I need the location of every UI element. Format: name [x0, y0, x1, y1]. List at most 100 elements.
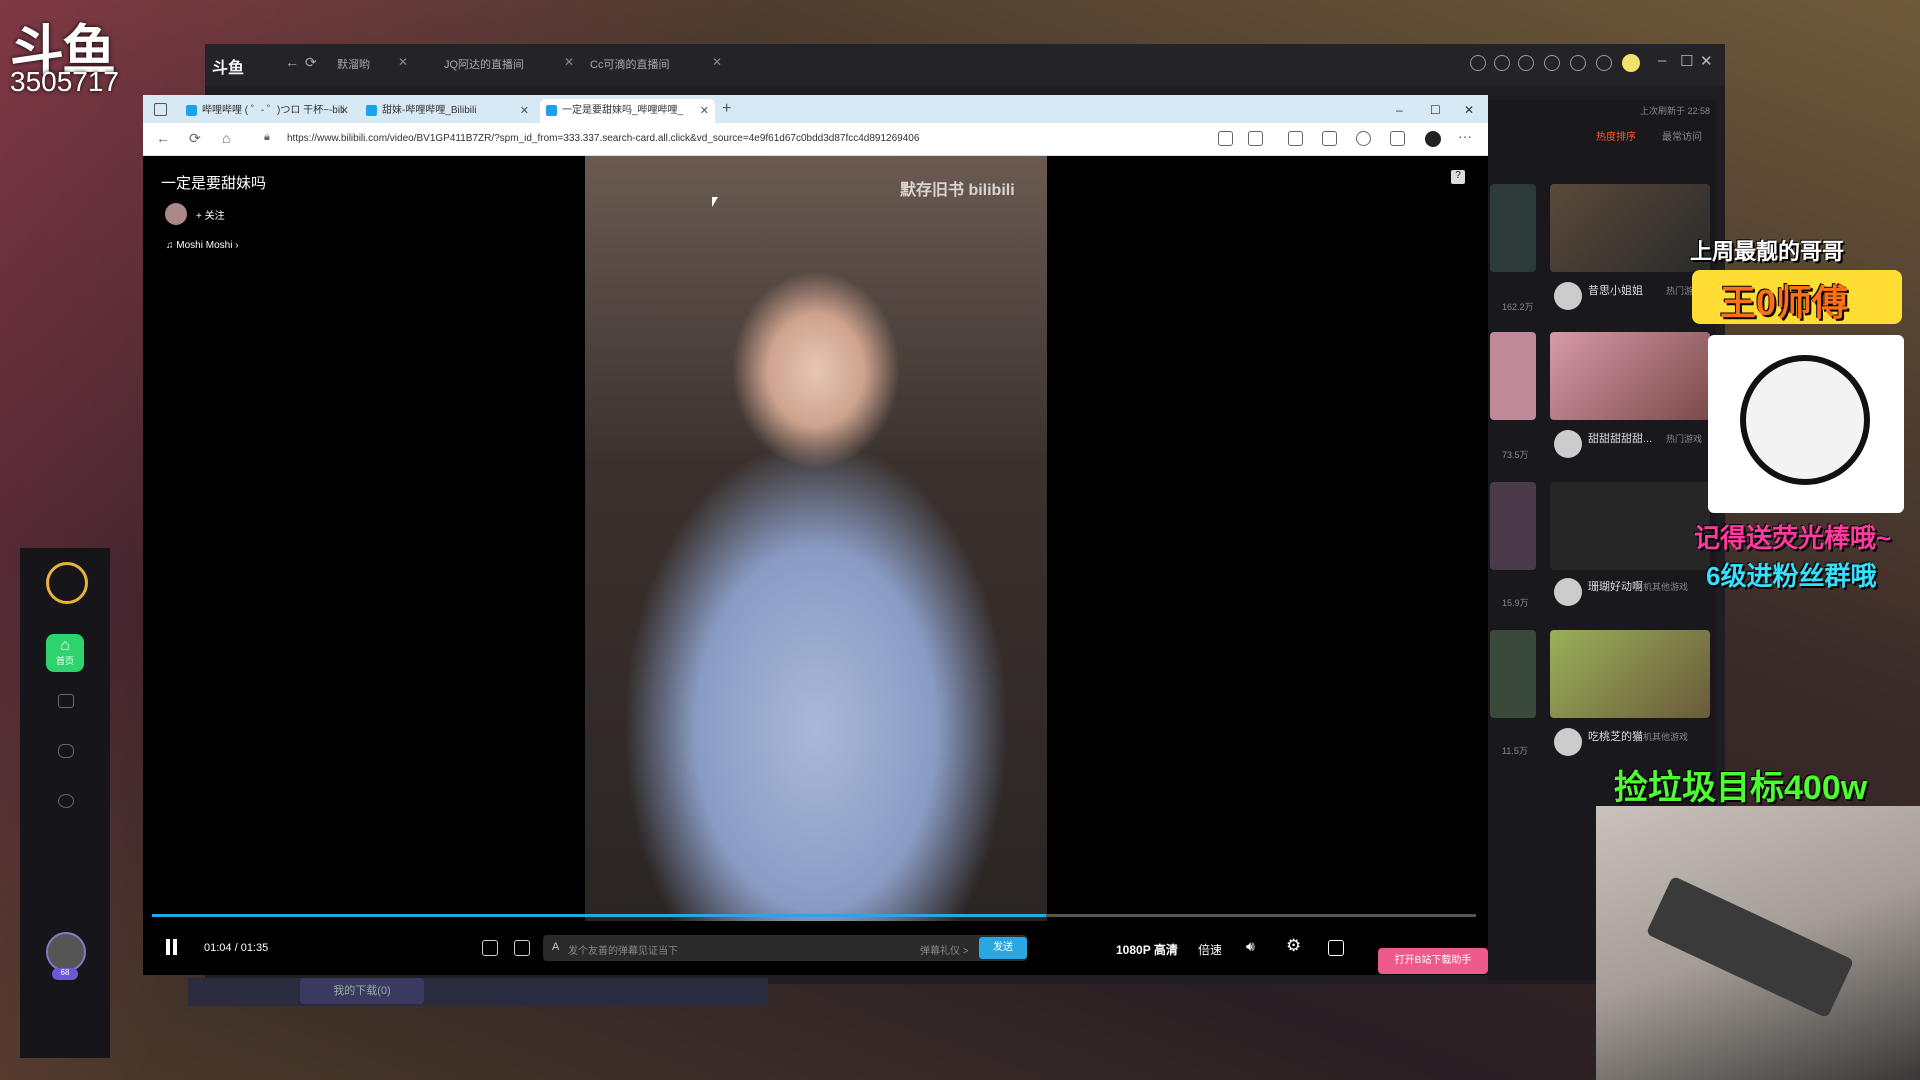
volume-icon[interactable]: 🔊︎	[1246, 938, 1255, 955]
browser-tab-2[interactable]: 甜妹-哔哩哔哩_Bilibili ✕	[360, 99, 535, 123]
settings-gear-icon[interactable]: ⚙	[1286, 936, 1301, 956]
streamer-avatar[interactable]	[1554, 578, 1582, 606]
star-icon[interactable]	[1248, 131, 1263, 146]
home-icon[interactable]: ⌂	[222, 130, 230, 146]
hot-sort-tab[interactable]: 热度排序	[1596, 128, 1636, 143]
message-icon[interactable]	[1570, 55, 1586, 71]
streamer-avatar[interactable]	[1554, 728, 1582, 756]
recent-visit-tab[interactable]: 最常访问	[1662, 128, 1702, 143]
heart-icon[interactable]	[1494, 55, 1510, 71]
user-level-badge: 68	[52, 968, 78, 980]
shirt-icon[interactable]	[1544, 55, 1560, 71]
close-window-icon[interactable]: ✕	[1700, 52, 1713, 70]
speed-button[interactable]: 倍速	[1198, 941, 1222, 958]
streamer-avatar[interactable]	[1554, 282, 1582, 310]
danmu-placeholder: 发个友善的弹幕见证当下	[568, 946, 678, 957]
lock-icon[interactable]: 🔒︎	[264, 131, 270, 144]
room-heat: 73.5万	[1502, 450, 1529, 460]
room-thumbnail[interactable]	[1550, 332, 1710, 420]
room-thumbnail[interactable]	[1550, 630, 1710, 718]
overlay-text-3: 记得送荧光棒哦~	[1694, 523, 1892, 553]
extensions-icon[interactable]	[1288, 131, 1303, 146]
close-tab-icon[interactable]: ✕	[520, 99, 529, 123]
back-icon[interactable]: ←	[156, 130, 170, 146]
douyu-tab-2[interactable]: JQ阿达的直播间	[444, 56, 524, 72]
music-note-icon: ♫	[166, 240, 177, 251]
refresh-icon[interactable]: ⟳	[189, 130, 201, 147]
gamepad-icon[interactable]	[58, 744, 74, 758]
favorites-icon[interactable]	[1322, 131, 1337, 146]
danmu-toggle-icon[interactable]	[482, 940, 498, 956]
calendar-icon[interactable]	[1518, 55, 1534, 71]
uploader-avatar[interactable]	[165, 203, 187, 225]
collections-icon[interactable]	[1390, 131, 1405, 146]
progress-fill	[152, 914, 1046, 917]
overlay-text-5: 捡垃圾目标400w	[1614, 769, 1868, 807]
danmu-settings-icon[interactable]	[514, 940, 530, 956]
tab-actions-icon[interactable]	[154, 103, 167, 116]
overlay-text-1: 上周最靓的哥哥	[1690, 239, 1845, 264]
room-thumbnail[interactable]	[1550, 184, 1710, 272]
user-avatar[interactable]	[1622, 54, 1640, 72]
room-heat: 11.5万	[1502, 746, 1528, 756]
browser-minimize-icon[interactable]: –	[1396, 103, 1403, 117]
url-field[interactable]: https://www.bilibili.com/video/BV1GP411B…	[287, 133, 919, 144]
settings-icon[interactable]	[1596, 55, 1612, 71]
streamer-avatar[interactable]	[1554, 430, 1582, 458]
room-title[interactable]: 甜甜甜甜甜...	[1588, 430, 1652, 446]
sidebar-avatar[interactable]	[46, 932, 86, 972]
close-icon[interactable]: ✕	[564, 55, 574, 69]
back-icon[interactable]: ←	[285, 54, 299, 70]
close-tab-icon[interactable]: ✕	[700, 99, 709, 123]
profile-avatar[interactable]	[1425, 131, 1441, 147]
browser-tab-1[interactable]: 哔哩哔哩 ( ゜- ゜)つロ 干杯~-bili ✕	[180, 99, 355, 123]
maximize-icon[interactable]: ☐	[1680, 52, 1693, 70]
bilibili-favicon-icon	[366, 105, 377, 116]
room-title[interactable]: 昔思小姐姐	[1588, 282, 1643, 298]
minimize-icon[interactable]: –	[1658, 52, 1666, 69]
more-icon[interactable]: ···	[1458, 128, 1472, 144]
help-icon[interactable]: ?	[1451, 170, 1465, 184]
pip-icon[interactable]	[1328, 940, 1344, 956]
send-button[interactable]: 发送	[979, 937, 1027, 959]
room-thumbnail[interactable]	[1490, 184, 1536, 272]
history-icon[interactable]	[1470, 55, 1486, 71]
close-icon[interactable]: ✕	[712, 55, 722, 69]
room-heat: 15.9万	[1502, 598, 1529, 608]
room-thumbnail[interactable]	[1550, 482, 1710, 570]
danmu-etiquette-link[interactable]: 弹幕礼仪 >	[920, 942, 969, 957]
follow-button[interactable]: + 关注	[196, 207, 225, 222]
douyu-tab-3[interactable]: Cc可滴的直播间	[590, 56, 669, 72]
browser-close-icon[interactable]: ✕	[1464, 103, 1474, 117]
new-tab-icon[interactable]: +	[722, 100, 731, 118]
my-downloads-button[interactable]: 我的下载(0)	[300, 978, 424, 1004]
video-frame[interactable]	[585, 156, 1047, 921]
room-thumbnail[interactable]	[1490, 482, 1536, 570]
refresh-icon[interactable]: ⟳	[305, 54, 317, 71]
sidebar-home-button[interactable]: ⌂ 首页	[46, 634, 84, 672]
close-icon[interactable]: ✕	[398, 55, 408, 69]
browser-tab-3-active[interactable]: 一定是要甜妹吗_哔哩哔哩_ ✕	[540, 99, 715, 123]
bilibili-favicon-icon	[546, 105, 557, 116]
history-icon[interactable]	[1356, 131, 1371, 146]
room-thumbnail[interactable]	[1490, 332, 1536, 420]
close-tab-icon[interactable]: ✕	[340, 99, 349, 123]
last-refresh-time: 上次刷新于 22:58	[1640, 106, 1711, 116]
pause-icon[interactable]	[164, 939, 178, 955]
tv-icon[interactable]	[58, 694, 74, 708]
douyu-tab-1[interactable]: 默溜哟	[337, 56, 370, 72]
quality-select[interactable]: 1080P 高清	[1116, 941, 1178, 958]
douyu-bottom-bar	[188, 978, 768, 1006]
read-aloud-icon[interactable]	[1218, 131, 1233, 146]
mouse-cursor-icon	[712, 197, 718, 207]
douyu-fish-logo-icon[interactable]	[46, 562, 88, 604]
room-thumbnail[interactable]	[1490, 630, 1536, 718]
open-download-helper-button[interactable]: 打开B站下载助手	[1378, 948, 1488, 974]
douyu-app-logo[interactable]: 斗鱼	[212, 54, 244, 78]
music-link[interactable]: ♫ Moshi Moshi ›	[166, 240, 239, 251]
browser-maximize-icon[interactable]: ☐	[1430, 103, 1441, 117]
check-icon[interactable]	[58, 794, 74, 808]
room-category: 热门游戏	[1666, 434, 1703, 444]
video-watermark: 默存旧书 bilibili	[900, 182, 1015, 199]
danmu-style-icon[interactable]: A	[552, 941, 559, 953]
